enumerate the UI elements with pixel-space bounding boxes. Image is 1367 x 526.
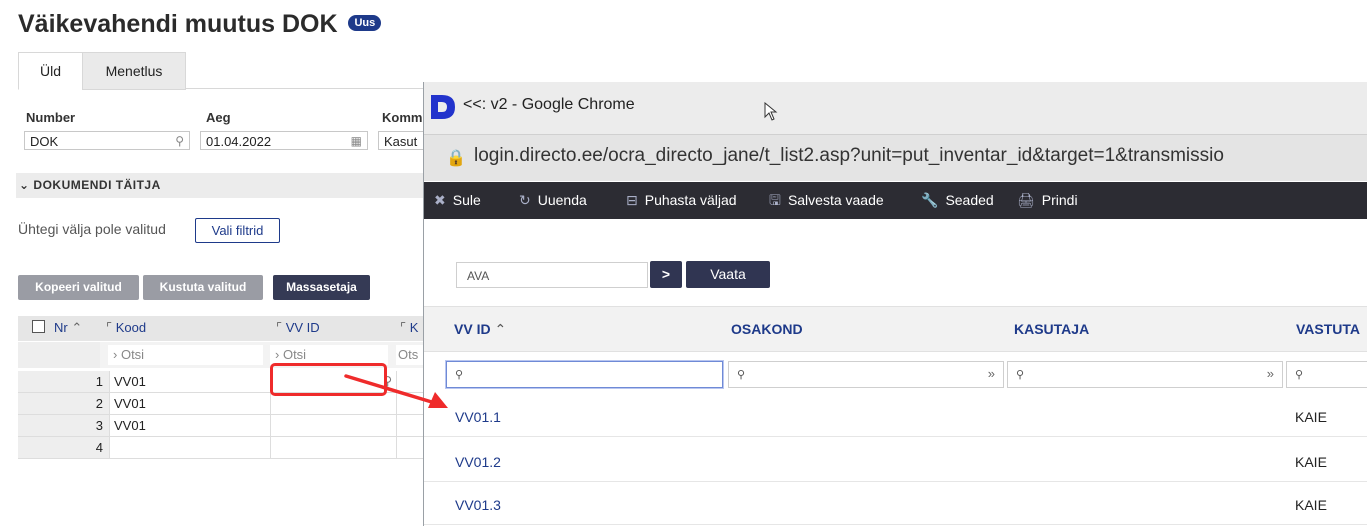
double-chevron-right-icon[interactable]: » <box>1267 366 1274 381</box>
list-item[interactable]: VV01.2 KAIE <box>424 443 1367 482</box>
tab-uld[interactable]: Üld <box>18 52 83 90</box>
wrench-icon: 🔧 <box>921 192 939 208</box>
mouse-cursor-icon <box>764 102 778 121</box>
osakond-filter-input[interactable]: ⚲ » <box>728 361 1004 388</box>
column-osakond[interactable]: OSAKOND <box>731 307 803 351</box>
column-vastutaja[interactable]: VASTUTA <box>1296 307 1360 351</box>
search-icon[interactable]: ⚲ <box>175 132 184 151</box>
url-text[interactable]: login.directo.ee/ocra_directo_jane/t_lis… <box>474 145 1224 167</box>
column-nr[interactable]: Nr ⌃ <box>54 320 82 336</box>
k-filter-input[interactable]: Ots <box>396 345 423 365</box>
responsible-cell: KAIE <box>1295 454 1327 470</box>
row-number: 3 <box>18 415 110 436</box>
vvid-filter-input[interactable]: › Otsi <box>270 345 388 365</box>
vastutaja-filter-input[interactable]: ⚲ <box>1286 361 1367 388</box>
close-button[interactable]: ✖ Sule <box>434 182 481 219</box>
window-titlebar[interactable]: <<: v2 - Google Chrome <box>424 82 1367 134</box>
row-number: 4 <box>18 437 110 458</box>
date-field[interactable]: 01.04.2022 ▦ <box>200 131 368 150</box>
status-badge: Uus <box>348 15 382 32</box>
mass-setter-button[interactable]: Massasetaja <box>273 275 370 300</box>
popup-toolbar: ✖ Sule ↻ Uuenda ⊟ Puhasta väljad 🖫 Salvesta … <box>424 182 1367 219</box>
kood-cell[interactable]: VV01 <box>110 415 271 436</box>
vvid-link[interactable]: VV01.2 <box>455 443 501 481</box>
number-label: Number <box>26 110 76 125</box>
kood-cell[interactable] <box>110 437 271 458</box>
red-arrow-icon <box>344 374 448 408</box>
copy-selected-button[interactable]: Kopeeri valitud <box>18 275 139 300</box>
column-vvid[interactable]: VV ID ⌃ <box>454 307 506 351</box>
grid-filter-spacer <box>18 342 100 368</box>
directo-logo-icon <box>431 95 455 119</box>
select-all-checkbox[interactable] <box>32 320 45 333</box>
section-title: DOKUMENDI TÄITJA <box>33 178 161 192</box>
list-item[interactable]: VV01.1 KAIE <box>424 398 1367 437</box>
no-filter-text: Ühtegi välja pole valitud <box>18 221 166 237</box>
kood-cell[interactable]: VV01 <box>110 371 271 392</box>
save-icon: 🖫 <box>769 192 781 208</box>
url-bar[interactable]: 🔒 login.directo.ee/ocra_directo_jane/t_l… <box>424 134 1367 181</box>
save-view-button[interactable]: 🖫 Salvesta vaade <box>769 182 884 219</box>
kood-cell[interactable]: VV01 <box>110 393 271 414</box>
search-icon: ⚲ <box>455 369 464 381</box>
choose-filters-button[interactable]: Vali filtrid <box>195 218 280 243</box>
sort-up-icon: ⌃ <box>494 321 507 337</box>
column-kasutaja[interactable]: KASUTAJA <box>1014 307 1089 351</box>
aeg-label: Aeg <box>206 110 231 125</box>
window-title: <<: v2 - Google Chrome <box>463 96 635 113</box>
vvid-cell[interactable] <box>271 437 397 458</box>
number-field[interactable]: DOK ⚲ <box>24 131 190 150</box>
section-header[interactable]: ⌄ DOKUMENDI TÄITJA <box>16 173 423 198</box>
popup-table-header: VV ID ⌃ OSAKOND KASUTAJA VASTUTA <box>424 306 1367 352</box>
tab-bar: Üld Menetlus <box>18 50 423 90</box>
search-icon: ⚲ <box>1016 369 1025 381</box>
responsible-cell: KAIE <box>1295 409 1327 425</box>
minus-square-icon: ⊟ <box>626 192 638 208</box>
popup-window: <<: v2 - Google Chrome 🔒 login.directo.e… <box>423 82 1367 526</box>
kood-filter-input[interactable]: › Otsi <box>108 345 263 365</box>
view-button[interactable]: Vaata <box>686 261 770 288</box>
column-vvid[interactable]: ⌜ VV ID <box>276 320 320 336</box>
row-number: 1 <box>18 371 110 392</box>
kommentaar-field[interactable]: Kasut <box>378 131 423 150</box>
table-row[interactable]: 3 VV01 <box>18 415 423 437</box>
delete-selected-button[interactable]: Kustuta valitud <box>143 275 263 300</box>
clear-fields-button[interactable]: ⊟ Puhasta väljad <box>626 182 737 219</box>
wrench-icon: ⌜ <box>106 320 113 335</box>
responsible-cell: KAIE <box>1295 497 1327 513</box>
calendar-icon[interactable]: ▦ <box>351 132 362 151</box>
vvid-filter-input[interactable]: ⚲ <box>446 361 723 388</box>
print-button[interactable]: 🖨 Prindi <box>1017 182 1078 219</box>
vvid-link[interactable]: VV01.3 <box>455 486 501 524</box>
wrench-icon: ⌜ <box>276 320 283 335</box>
kommentaar-label: Komm <box>382 110 423 125</box>
print-icon: 🖨 <box>1017 192 1035 208</box>
popup-search-input[interactable]: AVA <box>456 262 648 288</box>
tab-menetlus[interactable]: Menetlus <box>82 52 186 90</box>
double-chevron-right-icon[interactable]: » <box>988 366 995 381</box>
row-number: 2 <box>18 393 110 414</box>
column-k[interactable]: ⌜ K <box>400 320 418 336</box>
close-icon: ✖ <box>434 192 446 208</box>
wrench-icon: ⌜ <box>400 320 407 335</box>
list-item[interactable]: VV01.3 KAIE <box>424 486 1367 525</box>
column-kood[interactable]: ⌜ Kood <box>106 320 146 336</box>
settings-button[interactable]: 🔧 Seaded <box>921 182 994 219</box>
search-icon: ⚲ <box>737 369 746 381</box>
table-row[interactable]: 4 <box>18 437 423 459</box>
refresh-icon: ↻ <box>519 192 531 208</box>
lock-icon: 🔒 <box>446 150 466 167</box>
page-title: Väikevahendi muutus DOK Uus <box>18 10 382 39</box>
kasutaja-filter-input[interactable]: ⚲ » <box>1007 361 1283 388</box>
go-button[interactable]: > <box>650 261 682 288</box>
chevron-down-icon: ⌄ <box>19 178 30 192</box>
search-icon: ⚲ <box>1295 369 1304 381</box>
sort-up-icon: ⌃ <box>71 320 83 335</box>
vvid-cell[interactable] <box>271 415 397 436</box>
grid-header: Nr ⌃ ⌜ Kood ⌜ VV ID ⌜ K <box>18 316 423 341</box>
vvid-link[interactable]: VV01.1 <box>455 398 501 436</box>
refresh-button[interactable]: ↻ Uuenda <box>519 182 587 219</box>
